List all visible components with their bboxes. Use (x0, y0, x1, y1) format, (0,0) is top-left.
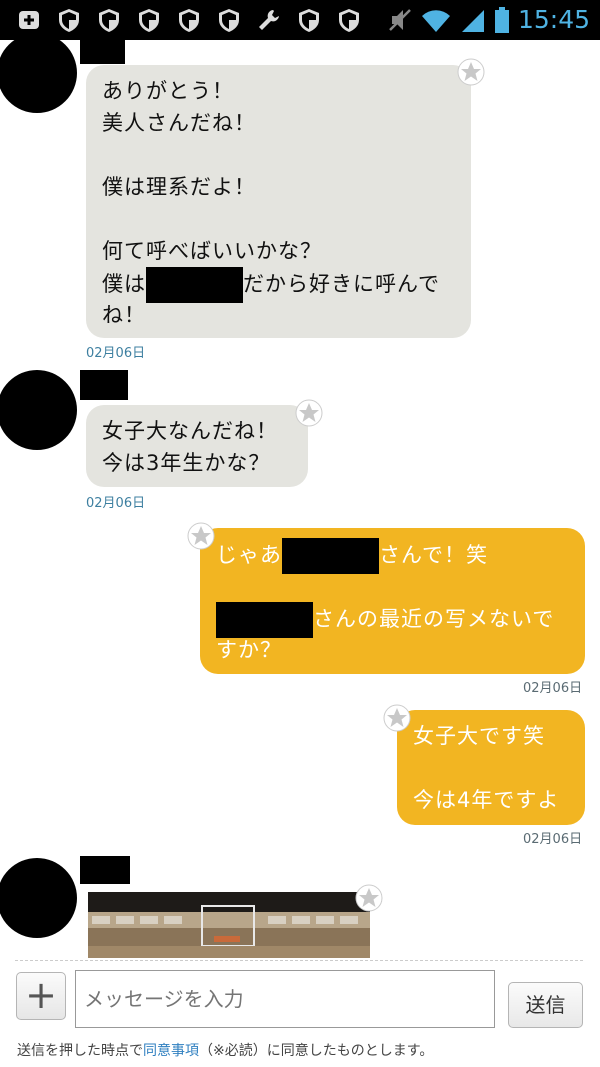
clock: 15:45 (517, 5, 590, 34)
message-bubble[interactable]: ありがとう！ 美人さんだね！ 僕は理系だよ！ 何て呼べばいいかな？ 僕は だから好… (86, 65, 471, 338)
wrench-icon (259, 10, 279, 30)
message-text: 僕は理系だよ！ (102, 175, 256, 199)
message-text: すか？ (216, 638, 282, 662)
message-input[interactable] (75, 970, 495, 1028)
message-date: 02月06日 (86, 496, 146, 511)
message-text: 何て呼べばいいかな？ (102, 239, 322, 263)
message-bubble[interactable]: 女子大なんだね！ 今は3年生かな？ (86, 405, 308, 487)
message-text: 女子大なんだね！ (102, 419, 278, 443)
shield-icon (179, 9, 199, 32)
favorite-star-icon[interactable] (355, 884, 383, 912)
chat-thread[interactable]: ありがとう！ 美人さんだね！ 僕は理系だよ！ 何て呼べばいいかな？ 僕は だから好… (0, 40, 600, 960)
gym-photo (88, 892, 370, 960)
shield-icon (139, 9, 159, 32)
divider (15, 960, 583, 961)
avatar[interactable] (0, 370, 77, 450)
mute-icon (389, 8, 411, 31)
send-button[interactable]: 送信 (508, 982, 583, 1028)
sender-name-redacted (80, 370, 128, 400)
message-date: 02月06日 (523, 681, 583, 696)
redacted-name (146, 267, 243, 303)
redacted-name (282, 538, 379, 574)
status-bar: 15:45 (0, 0, 600, 40)
avatar[interactable] (0, 40, 77, 113)
message-text: じゃあ (216, 543, 282, 567)
shield-icon (339, 9, 359, 32)
message-text: 今は4年ですよ (413, 788, 560, 812)
shared-photo[interactable] (88, 892, 370, 960)
message-text: 僕は (102, 272, 146, 296)
message-text: 今は3年生かな？ (102, 451, 271, 475)
favorite-star-icon[interactable] (457, 58, 485, 86)
sender-name-redacted (80, 856, 130, 884)
message-text: 美人さんだね！ (102, 111, 256, 135)
shield-icon (59, 9, 79, 32)
add-box-icon (19, 11, 39, 29)
avatar[interactable] (0, 858, 77, 938)
attach-plus-button[interactable]: + (16, 972, 66, 1020)
battery-icon (494, 6, 509, 33)
signal-icon (461, 9, 484, 32)
shield-icon (99, 9, 119, 32)
message-date: 02月06日 (86, 346, 146, 361)
message-bubble[interactable]: 女子大です笑 今は4年ですよ (397, 710, 585, 825)
favorite-star-icon[interactable] (295, 399, 323, 427)
message-date: 02月06日 (523, 832, 583, 847)
shield-icon (299, 9, 319, 32)
message-text: さんの最近の写メないで (313, 607, 555, 631)
message-text: さんで！笑 (379, 543, 488, 567)
message-text: だから好きに呼んで (243, 272, 440, 296)
shield-icon (219, 9, 239, 32)
system-icons: 15:45 (388, 5, 590, 34)
notification-icons (16, 7, 362, 33)
message-text: ね！ (102, 303, 146, 327)
terms-link[interactable]: 同意事項 (143, 1043, 199, 1059)
wifi-icon (421, 9, 450, 32)
message-composer: + 送信 送信を押した時点で同意事項（※必読）に同意したものとします。 (0, 958, 600, 1067)
favorite-star-icon[interactable] (187, 522, 215, 550)
favorite-star-icon[interactable] (383, 704, 411, 732)
message-text: 女子大です笑 (413, 724, 545, 748)
consent-notice: 送信を押した時点で同意事項（※必読）に同意したものとします。 (17, 1043, 434, 1059)
redacted-name (216, 602, 313, 638)
message-bubble[interactable]: じゃあ さんで！笑 さんの最近の写メないで すか？ (200, 528, 585, 674)
sender-name-redacted (80, 40, 125, 64)
message-text: ありがとう！ (102, 79, 234, 103)
